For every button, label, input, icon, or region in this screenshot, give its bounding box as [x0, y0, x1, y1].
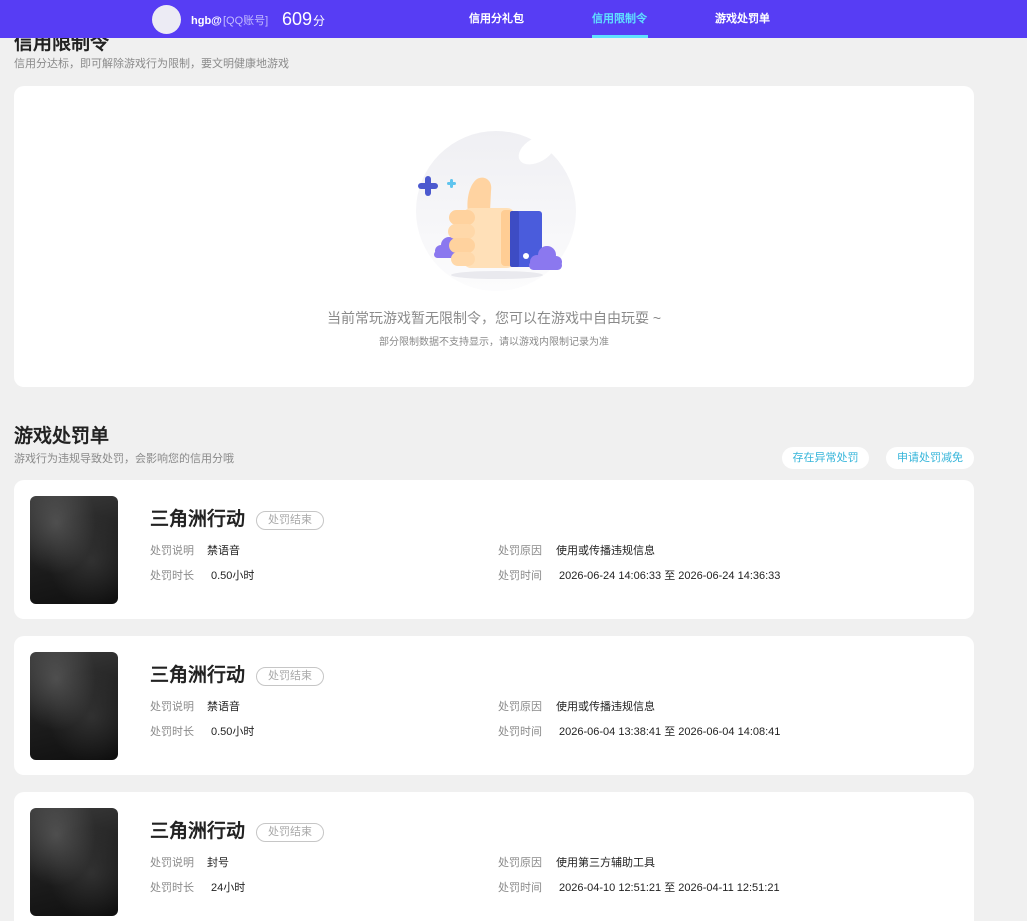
penalty-duration-value: 0.50小时 — [211, 570, 255, 582]
penalty-time-value: 2026-06-04 13:38:41 至 2026-06-04 14:08:4… — [559, 726, 781, 738]
account-type: [QQ账号] — [223, 15, 269, 27]
penalty-duration-value: 24小时 — [211, 882, 246, 894]
restriction-section-subtitle: 信用分达标，即可解除游戏行为限制，要文明健康地游戏 — [14, 58, 289, 70]
thumbs-up-illustration — [416, 131, 576, 291]
game-cover-image — [30, 808, 118, 916]
status-badge: 处罚结束 — [256, 667, 324, 686]
penalty-card: 三角洲行动 处罚结束 处罚说明 封号 处罚原因 使用第三方辅助工具 处罚时长 2… — [14, 792, 974, 921]
penalty-duration-label: 处罚时长 — [150, 882, 194, 894]
game-name: 三角洲行动 — [150, 665, 246, 686]
top-nav-bar: hgb@ [QQ账号] 609 分 信用分礼包 信用限制令 游戏处罚单 — [0, 0, 1027, 38]
status-badge: 处罚结束 — [256, 511, 324, 530]
penalty-reason-label: 处罚原因 — [498, 545, 542, 557]
credit-score: 609 — [282, 9, 313, 29]
avatar[interactable] — [152, 5, 181, 34]
penalty-desc-label: 处罚说明 — [150, 857, 194, 869]
penalty-duration-label: 处罚时长 — [150, 570, 194, 582]
penalty-reason-label: 处罚原因 — [498, 701, 542, 713]
tab-credit-gifts[interactable]: 信用分礼包 — [469, 11, 524, 27]
penalty-section-subtitle: 游戏行为违规导致处罚，会影响您的信用分哦 — [14, 453, 234, 465]
game-cover-image — [30, 652, 118, 760]
tab-game-penalties[interactable]: 游戏处罚单 — [715, 11, 770, 27]
status-badge: 处罚结束 — [256, 823, 324, 842]
penalty-card: 三角洲行动 处罚结束 处罚说明 禁语音 处罚原因 使用或传播违规信息 处罚时长 … — [14, 636, 974, 775]
penalty-desc-label: 处罚说明 — [150, 701, 194, 713]
penalty-duration-label: 处罚时长 — [150, 726, 194, 738]
game-name: 三角洲行动 — [150, 821, 246, 842]
active-tab-indicator — [592, 35, 648, 38]
penalty-time-label: 处罚时间 — [498, 570, 542, 582]
penalty-time-label: 处罚时间 — [498, 726, 542, 738]
penalty-time-value: 2026-06-24 14:06:33 至 2026-06-24 14:36:3… — [559, 570, 781, 582]
penalty-time-value: 2026-04-10 12:51:21 至 2026-04-11 12:51:2… — [559, 882, 780, 894]
penalty-desc-value: 禁语音 — [207, 701, 240, 713]
game-name: 三角洲行动 — [150, 509, 246, 530]
game-cover-image — [30, 496, 118, 604]
penalty-reason-value: 使用第三方辅助工具 — [556, 857, 655, 869]
penalty-time-label: 处罚时间 — [498, 882, 542, 894]
penalty-reason-value: 使用或传播违规信息 — [556, 545, 655, 557]
username: hgb@ — [191, 15, 222, 27]
penalty-card: 三角洲行动 处罚结束 处罚说明 禁语音 处罚原因 使用或传播违规信息 处罚时长 … — [14, 480, 974, 619]
restriction-empty-card: 当前常玩游戏暂无限制令，您可以在游戏中自由玩耍 ~ 部分限制数据不支持显示，请以… — [14, 86, 974, 387]
page: 信用限制令 信用分达标，即可解除游戏行为限制，要文明健康地游戏 当前常玩游戏暂无… — [0, 0, 1027, 921]
credit-score-unit: 分 — [313, 14, 326, 28]
penalty-desc-value: 封号 — [207, 857, 229, 869]
penalty-section-title: 游戏处罚单 — [14, 426, 110, 447]
apply-penalty-reduction-button[interactable]: 申请处罚减免 — [886, 447, 974, 469]
penalty-reason-value: 使用或传播违规信息 — [556, 701, 655, 713]
report-abnormal-penalty-button[interactable]: 存在异常处罚 — [782, 447, 869, 469]
penalty-desc-value: 禁语音 — [207, 545, 240, 557]
tab-credit-restrictions[interactable]: 信用限制令 — [592, 11, 647, 27]
empty-state-message: 当前常玩游戏暂无限制令，您可以在游戏中自由玩耍 ~ — [326, 310, 662, 326]
penalty-desc-label: 处罚说明 — [150, 545, 194, 557]
penalty-reason-label: 处罚原因 — [498, 857, 542, 869]
penalty-duration-value: 0.50小时 — [211, 726, 255, 738]
empty-state-note: 部分限制数据不支持显示，请以游戏内限制记录为准 — [379, 337, 609, 348]
